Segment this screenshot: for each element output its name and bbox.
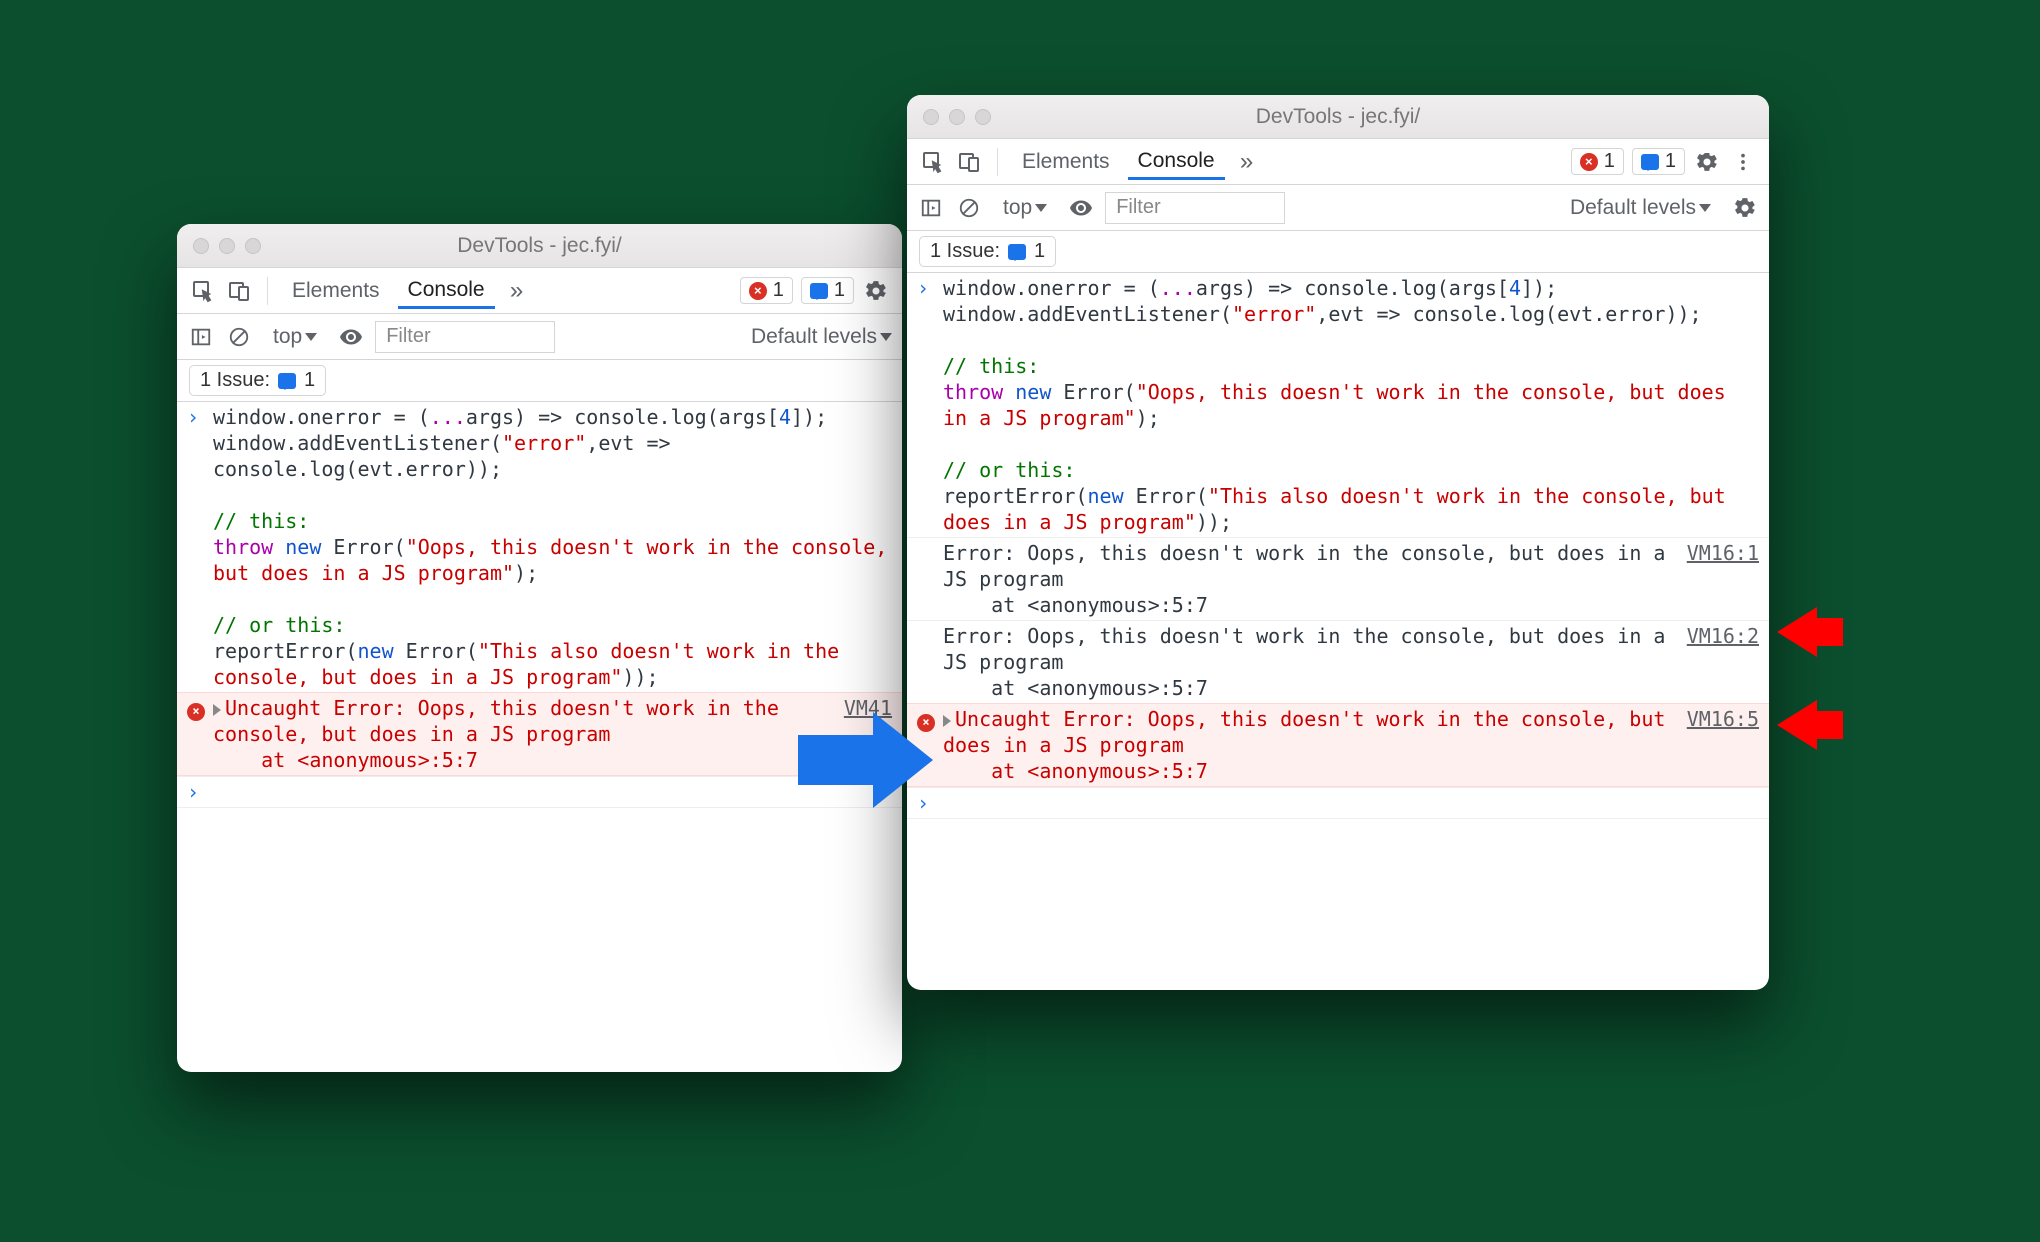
error-icon: ×: [187, 703, 205, 721]
message-icon: [1008, 244, 1026, 260]
device-toggle-icon[interactable]: [225, 277, 253, 305]
console-log[interactable]: Error: Oops, this doesn't work in the co…: [907, 620, 1769, 703]
message-badge[interactable]: 1: [801, 277, 854, 304]
live-expression-icon[interactable]: [337, 323, 365, 351]
devtools-window-after: DevTools - jec.fyi/ Elements Console » ×…: [907, 95, 1769, 990]
error-icon: ×: [749, 282, 767, 300]
error-icon: ×: [1580, 153, 1598, 171]
source-link[interactable]: VM16:2: [1667, 623, 1759, 701]
clear-console-icon[interactable]: [955, 194, 983, 222]
message-icon: [278, 373, 296, 389]
error-count: 1: [1604, 150, 1615, 173]
console-subbar: top Default levels: [177, 314, 902, 360]
window-titlebar: DevTools - jec.fyi/: [177, 224, 902, 268]
window-titlebar: DevTools - jec.fyi/: [907, 95, 1769, 139]
tab-console[interactable]: Console: [398, 272, 495, 309]
console-input-echo: › window.onerror = (...args) => console.…: [907, 273, 1769, 537]
log-levels-dropdown[interactable]: Default levels: [751, 325, 892, 349]
devtools-window-before: DevTools - jec.fyi/ Elements Console » ×…: [177, 224, 902, 1072]
issue-bar: 1 Issue: 1: [907, 231, 1769, 273]
console-error[interactable]: × Uncaught Error: Oops, this doesn't wor…: [907, 703, 1769, 787]
more-tabs-icon[interactable]: »: [503, 277, 531, 305]
tab-elements[interactable]: Elements: [282, 273, 390, 309]
settings-icon[interactable]: [1693, 148, 1721, 176]
issue-chip[interactable]: 1 Issue: 1: [919, 236, 1056, 267]
issue-label: 1 Issue:: [930, 240, 1000, 263]
sidebar-toggle-icon[interactable]: [187, 323, 215, 351]
log-text: Error: Oops, this doesn't work in the co…: [937, 623, 1667, 701]
window-title: DevTools - jec.fyi/: [1256, 105, 1421, 129]
inspect-icon[interactable]: [189, 277, 217, 305]
window-controls[interactable]: [923, 109, 991, 125]
tab-elements[interactable]: Elements: [1012, 144, 1120, 180]
error-text: Uncaught Error: Oops, this doesn't work …: [213, 696, 791, 772]
message-icon: [1641, 154, 1659, 170]
message-icon: [810, 283, 828, 299]
console-subbar: top Default levels: [907, 185, 1769, 231]
filter-input[interactable]: [375, 321, 555, 353]
clear-console-icon[interactable]: [225, 323, 253, 351]
tab-console[interactable]: Console: [1128, 143, 1225, 180]
main-toolbar: Elements Console » ×1 1: [907, 139, 1769, 185]
expand-icon[interactable]: [943, 715, 951, 727]
console-log[interactable]: Error: Oops, this doesn't work in the co…: [907, 537, 1769, 620]
console-error[interactable]: × Uncaught Error: Oops, this doesn't wor…: [177, 692, 902, 776]
arrow-left-icon: [1777, 607, 1817, 657]
issue-count: 1: [304, 369, 315, 392]
window-controls[interactable]: [193, 238, 261, 254]
log-levels-dropdown[interactable]: Default levels: [1570, 196, 1711, 220]
source-link[interactable]: VM16:1: [1667, 540, 1759, 618]
console-output: › window.onerror = (...args) => console.…: [177, 402, 902, 1072]
code-block[interactable]: window.onerror = (...args) => console.lo…: [937, 275, 1759, 535]
inspect-icon[interactable]: [919, 148, 947, 176]
main-toolbar: Elements Console » ×1 1: [177, 268, 902, 314]
issue-label: 1 Issue:: [200, 369, 270, 392]
kebab-menu-icon[interactable]: [1729, 148, 1757, 176]
code-block[interactable]: window.onerror = (...args) => console.lo…: [207, 404, 892, 690]
error-badge[interactable]: ×1: [1571, 148, 1624, 175]
arrow-left-icon: [1777, 700, 1817, 750]
issue-bar: 1 Issue: 1: [177, 360, 902, 402]
error-text: Uncaught Error: Oops, this doesn't work …: [943, 707, 1677, 783]
arrow-right-icon: [873, 712, 933, 808]
settings-icon[interactable]: [1731, 194, 1759, 222]
source-link[interactable]: VM16:5: [1667, 706, 1759, 784]
sidebar-toggle-icon[interactable]: [917, 194, 945, 222]
console-input-echo: › window.onerror = (...args) => console.…: [177, 402, 902, 692]
message-count: 1: [834, 279, 845, 302]
log-text: Error: Oops, this doesn't work in the co…: [937, 540, 1667, 618]
filter-input[interactable]: [1105, 192, 1285, 224]
issue-count: 1: [1034, 240, 1045, 263]
live-expression-icon[interactable]: [1067, 194, 1095, 222]
error-badge[interactable]: ×1: [740, 277, 793, 304]
console-output: › window.onerror = (...args) => console.…: [907, 273, 1769, 990]
window-title: DevTools - jec.fyi/: [457, 234, 622, 258]
context-selector[interactable]: top: [273, 325, 317, 349]
more-tabs-icon[interactable]: »: [1233, 148, 1261, 176]
error-count: 1: [773, 279, 784, 302]
message-count: 1: [1665, 150, 1676, 173]
expand-icon[interactable]: [213, 704, 221, 716]
context-selector[interactable]: top: [1003, 196, 1047, 220]
settings-icon[interactable]: [862, 277, 890, 305]
issue-chip[interactable]: 1 Issue: 1: [189, 365, 326, 396]
device-toggle-icon[interactable]: [955, 148, 983, 176]
message-badge[interactable]: 1: [1632, 148, 1685, 175]
console-prompt[interactable]: ›: [177, 776, 902, 807]
console-prompt[interactable]: ›: [907, 787, 1769, 818]
